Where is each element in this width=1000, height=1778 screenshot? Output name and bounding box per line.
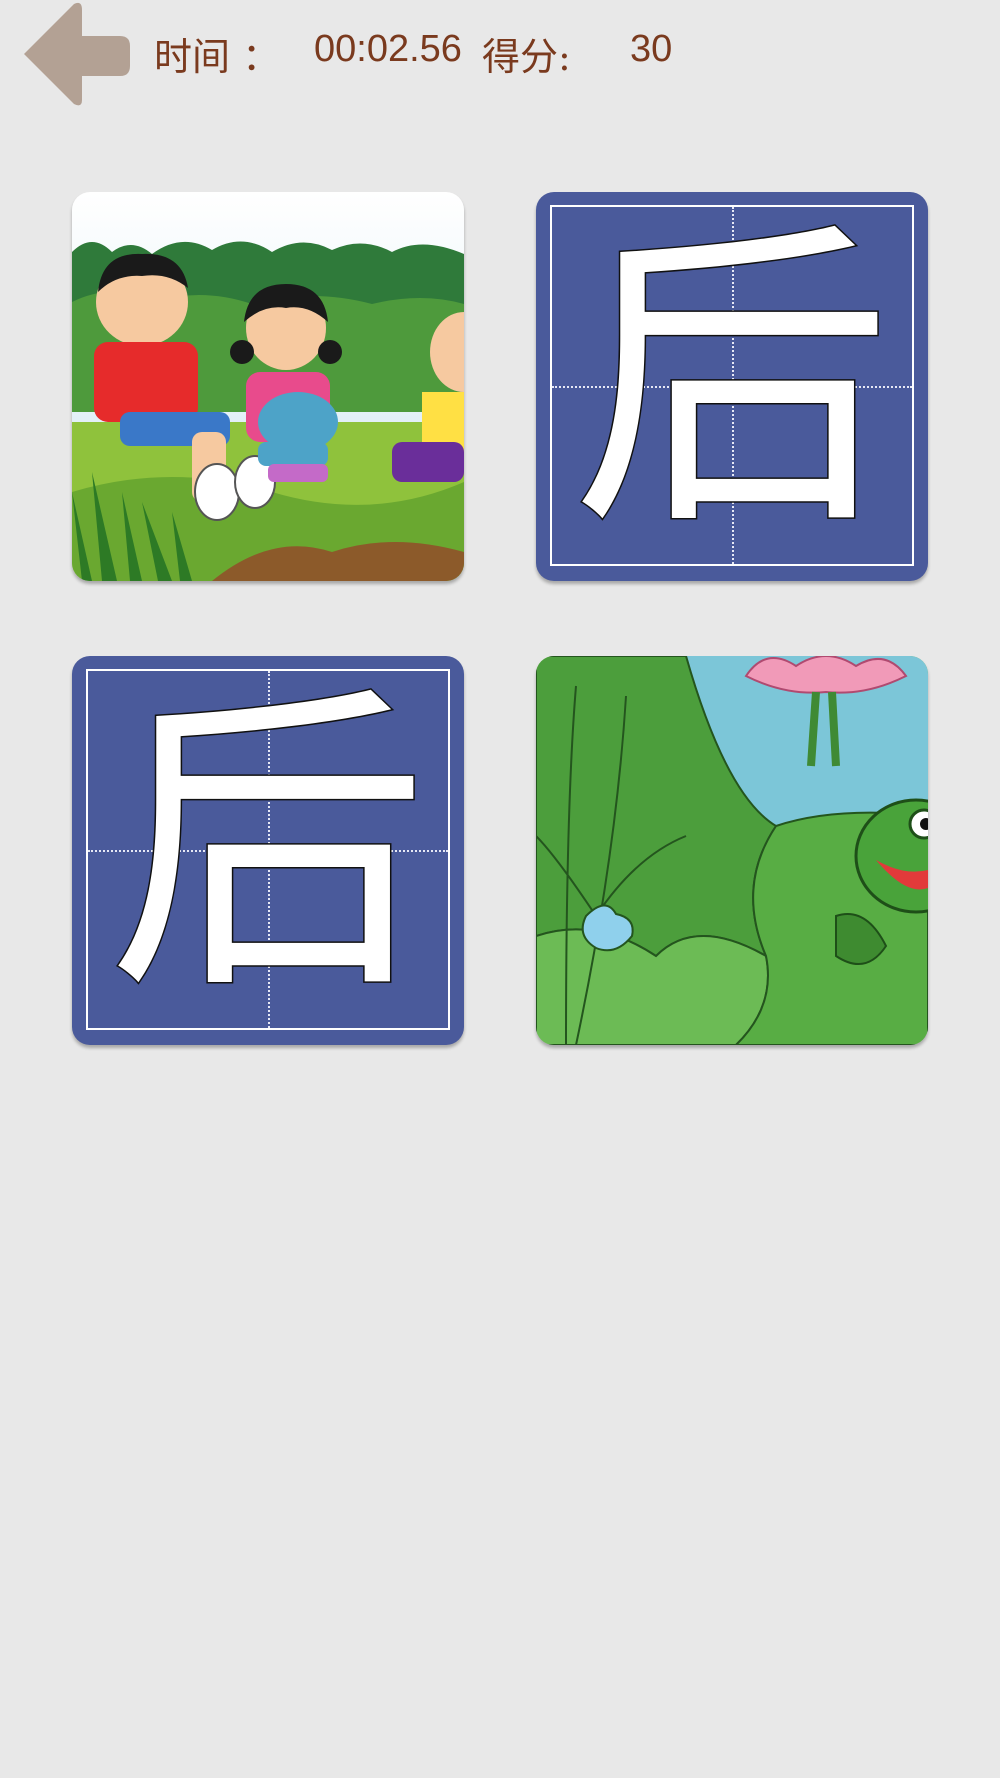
character-glyph: 后 — [571, 195, 894, 570]
top-bar: 时间 ： 00:02.56 得分: 30 — [0, 0, 1000, 110]
score-label: 得分: — [482, 35, 571, 79]
card-picture-children[interactable] — [72, 192, 464, 581]
card-picture-frog[interactable] — [536, 656, 928, 1045]
character-text: 后 — [108, 660, 428, 1032]
time-label: 时间 ： — [154, 35, 281, 79]
score-value: 30 — [630, 28, 673, 70]
time-value: 00:02.56 — [314, 28, 462, 70]
children-on-grass-picture — [72, 192, 464, 581]
back-arrow-icon — [24, 2, 130, 106]
card-character-1[interactable]: 后 — [536, 192, 928, 581]
character-glyph: 后 — [107, 659, 430, 1034]
character-text: 后 — [572, 196, 892, 568]
frog-lotus-picture — [536, 656, 928, 1045]
back-button[interactable] — [22, 2, 132, 106]
card-character-2[interactable]: 后 — [72, 656, 464, 1045]
